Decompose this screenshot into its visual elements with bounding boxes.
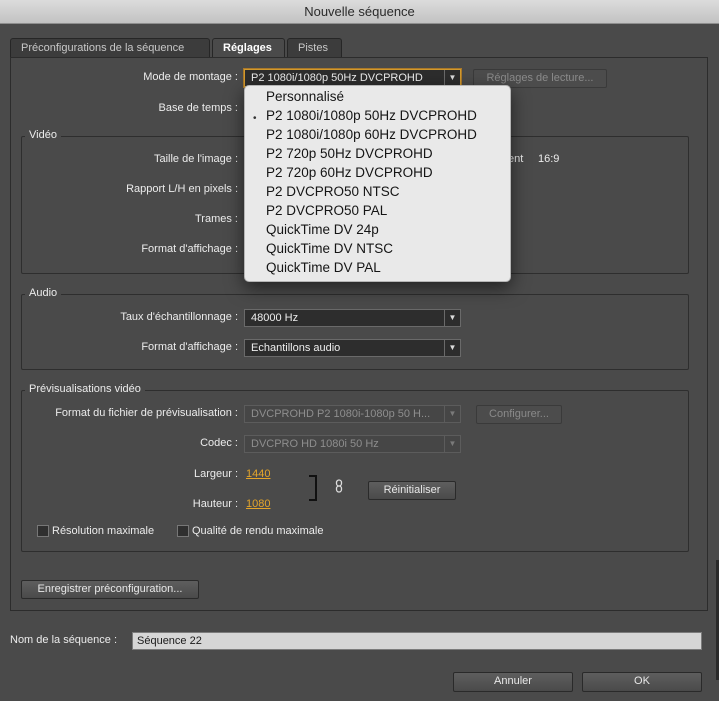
video-display-format-label: Format d'affichage : xyxy=(141,243,238,255)
sequence-name-input[interactable]: Séquence 22 xyxy=(132,632,702,650)
sample-rate-label: Taux d'échantillonnage : xyxy=(120,311,238,323)
preview-file-format-value: DVCPROHD P2 1080i-1080p 50 H... xyxy=(251,408,431,420)
max-quality-checkbox[interactable] xyxy=(177,525,189,537)
audio-display-format-value: Echantillons audio xyxy=(251,342,341,354)
menu-item-p2-1080-60[interactable]: P2 1080i/1080p 60Hz DVCPROHD xyxy=(266,127,477,142)
menu-item-qt-dv-pal[interactable]: QuickTime DV PAL xyxy=(266,260,381,275)
preview-group-title: Prévisualisations vidéo xyxy=(25,383,145,395)
chevron-down-icon: ▼ xyxy=(444,436,460,452)
tab-settings[interactable]: Réglages xyxy=(212,38,285,59)
ok-button[interactable]: OK xyxy=(582,672,702,692)
menu-item-dvcpro50-pal[interactable]: P2 DVCPRO50 PAL xyxy=(266,203,387,218)
audio-group-title: Audio xyxy=(25,287,62,299)
pixel-aspect-label: Rapport L/H en pixels : xyxy=(126,183,238,195)
menu-item-p2-1080-50[interactable]: P2 1080i/1080p 50Hz DVCPROHD xyxy=(266,108,477,123)
height-label: Hauteur : xyxy=(192,498,238,510)
menu-item-personnalise[interactable]: Personnalisé xyxy=(266,89,344,104)
chain-link-icon[interactable] xyxy=(335,479,343,493)
preview-file-format-select[interactable]: DVCPROHD P2 1080i-1080p 50 H... ▼ xyxy=(244,405,461,423)
save-preset-button[interactable]: Enregistrer préconfiguration... xyxy=(21,580,199,599)
codec-select[interactable]: DVCPRO HD 1080i 50 Hz ▼ xyxy=(244,435,461,453)
timebase-label: Base de temps : xyxy=(158,102,239,114)
max-resolution-label: Résolution maximale xyxy=(52,525,155,537)
reset-button[interactable]: Réinitialiser xyxy=(368,481,456,500)
tab-presets[interactable]: Préconfigurations de la séquence xyxy=(10,38,210,58)
link-bracket xyxy=(309,475,317,501)
audio-display-format-select[interactable]: Echantillons audio ▼ xyxy=(244,339,461,357)
chevron-down-icon: ▼ xyxy=(444,406,460,422)
cancel-button[interactable]: Annuler xyxy=(453,672,573,692)
sample-rate-value: 48000 Hz xyxy=(251,312,299,324)
editing-mode-dropdown-menu: • Personnalisé P2 1080i/1080p 50Hz DVCPR… xyxy=(244,85,511,282)
menu-item-dvcpro50-ntsc[interactable]: P2 DVCPRO50 NTSC xyxy=(266,184,400,199)
codec-label: Codec : xyxy=(200,437,238,449)
max-resolution-checkbox[interactable] xyxy=(37,525,49,537)
video-group-title: Vidéo xyxy=(25,129,61,141)
max-quality-label: Qualité de rendu maximale xyxy=(192,525,324,537)
fields-label: Trames : xyxy=(195,213,238,225)
chevron-down-icon: ▼ xyxy=(444,70,460,86)
editing-mode-label: Mode de montage : xyxy=(143,71,238,83)
sequence-name-label: Nom de la séquence : xyxy=(10,634,118,646)
width-value[interactable]: 1440 xyxy=(246,468,270,480)
selected-bullet-icon: • xyxy=(253,113,257,124)
menu-item-qt-dv-ntsc[interactable]: QuickTime DV NTSC xyxy=(266,241,393,256)
editing-mode-value: P2 1080i/1080p 50Hz DVCPROHD xyxy=(251,72,423,84)
sample-rate-select[interactable]: 48000 Hz ▼ xyxy=(244,309,461,327)
aspect-ratio-value: 16:9 xyxy=(538,153,560,165)
menu-item-p2-720-50[interactable]: P2 720p 50Hz DVCPROHD xyxy=(266,146,433,161)
preview-file-format-label: Format du fichier de prévisualisation : xyxy=(55,407,238,419)
chevron-down-icon: ▼ xyxy=(444,310,460,326)
codec-value: DVCPRO HD 1080i 50 Hz xyxy=(251,438,379,450)
width-label: Largeur : xyxy=(193,468,238,480)
height-value[interactable]: 1080 xyxy=(246,498,270,510)
audio-group xyxy=(21,294,689,370)
chevron-down-icon: ▼ xyxy=(444,340,460,356)
window-title: Nouvelle séquence xyxy=(0,0,719,24)
audio-display-format-label: Format d'affichage : xyxy=(141,341,238,353)
menu-item-qt-dv-24p[interactable]: QuickTime DV 24p xyxy=(266,222,379,237)
tab-tracks[interactable]: Pistes xyxy=(287,38,342,58)
configure-button[interactable]: Configurer... xyxy=(476,405,562,424)
menu-item-p2-720-60[interactable]: P2 720p 60Hz DVCPROHD xyxy=(266,165,433,180)
frame-size-label: Taille de l'image : xyxy=(153,153,238,165)
